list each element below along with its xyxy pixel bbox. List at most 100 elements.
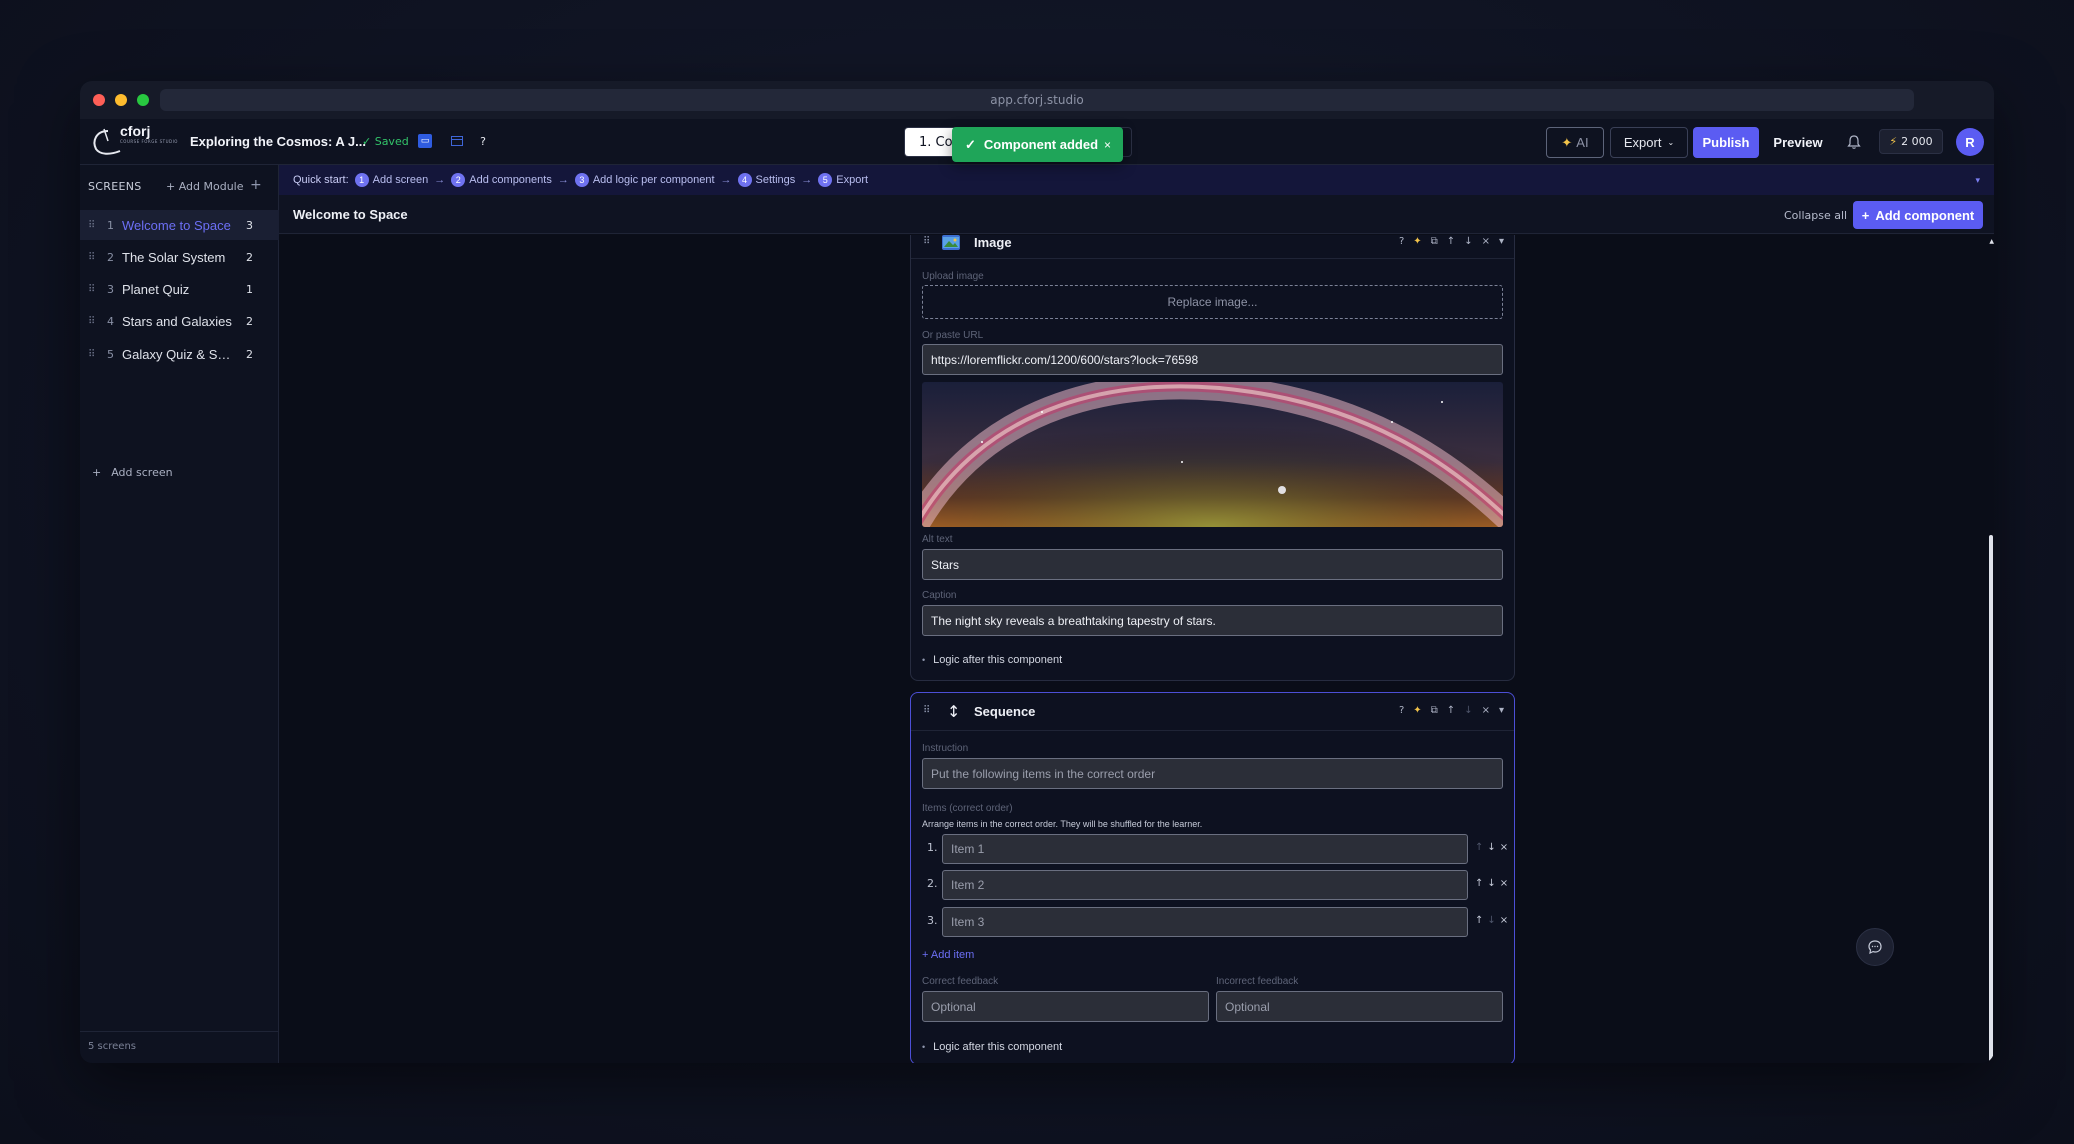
add-screen-button[interactable]: + Add screen — [92, 466, 173, 479]
delete-icon[interactable]: × — [1500, 915, 1508, 926]
move-up-icon: ↑ — [1475, 842, 1484, 853]
correct-feedback-input[interactable]: Optional — [922, 991, 1209, 1022]
scrollbar[interactable] — [1989, 535, 1993, 1063]
project-title[interactable]: Exploring the Cosmos: A J... — [190, 134, 366, 149]
sidebar-item-welcome-to-space[interactable]: ⠿ 1 Welcome to Space 3 — [80, 210, 279, 240]
help-icon[interactable]: ? — [1399, 705, 1404, 716]
delete-icon[interactable]: × — [1482, 705, 1490, 716]
help-icon[interactable]: ? — [1399, 236, 1404, 247]
help-icon[interactable]: ? — [476, 134, 490, 148]
add-item-button[interactable]: + Add item — [922, 949, 974, 961]
alt-text-input[interactable]: Stars — [922, 549, 1503, 580]
bullet-icon: • — [922, 655, 926, 665]
sequence-item-input[interactable]: Item 2 — [942, 870, 1468, 900]
preview-button[interactable]: Preview — [1768, 127, 1828, 158]
sidebar-item-planet-quiz[interactable]: ⠿ 3 Planet Quiz 1 — [80, 274, 279, 304]
item-toolbar: ↑ ↓ × — [1475, 915, 1508, 926]
collapse-icon[interactable]: ▾ — [1499, 705, 1504, 716]
sequence-item-input[interactable]: Item 3 — [942, 907, 1468, 937]
drag-handle-icon[interactable]: ⠿ — [88, 220, 95, 231]
toast-message: Component added — [983, 137, 1099, 152]
delete-icon[interactable]: × — [1482, 236, 1490, 247]
chat-icon — [1868, 940, 1882, 955]
drag-handle-icon[interactable]: ⠿ — [88, 349, 95, 360]
drag-handle-icon[interactable]: ⠿ — [923, 236, 930, 247]
move-up-icon[interactable]: ↑ — [1475, 915, 1483, 926]
card-toolbar: ? ✦ ⧉ ↑ ↓ × ▾ — [1399, 705, 1504, 716]
close-window-button[interactable] — [93, 94, 105, 106]
move-down-icon[interactable]: ↓ — [1487, 878, 1495, 889]
caption-label: Caption — [922, 590, 957, 601]
instruction-label: Instruction — [922, 743, 969, 754]
duplicate-icon[interactable]: ⧉ — [1431, 236, 1438, 247]
alt-text-label: Alt text — [922, 534, 953, 545]
address-bar[interactable]: app.cforj.studio — [160, 89, 1914, 111]
minimize-window-button[interactable] — [115, 94, 127, 106]
bullet-icon: • — [922, 1042, 926, 1052]
bell-icon[interactable] — [1846, 134, 1862, 150]
drag-handle-icon[interactable]: ⠿ — [88, 252, 95, 263]
add-module-button[interactable]: + Add Module — [166, 180, 244, 193]
incorrect-feedback-input[interactable]: Optional — [1216, 991, 1503, 1022]
collapse-all-button[interactable]: Collapse all — [1784, 209, 1847, 222]
sparkle-icon[interactable]: ✦ — [1413, 705, 1421, 716]
toast-close-icon[interactable]: × — [1104, 138, 1111, 152]
move-down-icon: ↓ — [1464, 705, 1473, 716]
move-up-icon[interactable]: ↑ — [1475, 878, 1483, 889]
credits-badge[interactable]: ⚡ 2 000 — [1879, 129, 1943, 154]
sparkle-icon[interactable]: ✦ — [1413, 236, 1421, 247]
add-icon[interactable]: + — [250, 177, 262, 193]
add-icon: + — [1861, 207, 1870, 223]
url-label: Or paste URL — [922, 330, 984, 341]
move-down-icon[interactable]: ↓ — [1487, 842, 1495, 853]
quick-step-export[interactable]: Export — [836, 174, 868, 186]
collapse-icon[interactable]: ▾ — [1499, 236, 1504, 247]
layout-icon[interactable] — [450, 134, 464, 148]
replace-image-dropzone[interactable]: Replace image... — [922, 285, 1503, 319]
scroll-up-arrow[interactable]: ▲ — [1989, 238, 1994, 245]
caption-input[interactable]: The night sky reveals a breathtaking tap… — [922, 605, 1503, 636]
sidebar-item-the-solar-system[interactable]: ⠿ 2 The Solar System 2 — [80, 242, 279, 272]
logic-after-component[interactable]: • Logic after this component — [922, 654, 1062, 666]
screen-title: Welcome to Space — [293, 207, 408, 222]
quick-step-add-screen[interactable]: Add screen — [373, 174, 429, 186]
publish-button[interactable]: Publish — [1693, 127, 1759, 158]
sidebar-item-galaxy-quiz[interactable]: ⠿ 5 Galaxy Quiz & Sum... 2 — [80, 339, 279, 369]
delete-icon[interactable]: × — [1500, 842, 1508, 853]
quick-start-bar: Quick start: 1 Add screen → 2 Add componen… — [279, 165, 1994, 195]
save-icon[interactable]: ▭ — [418, 134, 432, 148]
duplicate-icon[interactable]: ⧉ — [1431, 705, 1438, 716]
image-url-input[interactable]: https://loremflickr.com/1200/600/stars?l… — [922, 344, 1503, 375]
move-up-icon[interactable]: ↑ — [1447, 705, 1455, 716]
sequence-item-input[interactable]: Item 1 — [942, 834, 1468, 864]
app-window: app.cforj.studio cforj COURSE FORGE STUD… — [80, 81, 1994, 1063]
browser-chrome: app.cforj.studio — [80, 81, 1994, 119]
add-component-button[interactable]: + Add component — [1853, 201, 1983, 229]
quick-step-add-components[interactable]: Add components — [469, 174, 552, 186]
move-up-icon[interactable]: ↑ — [1447, 236, 1455, 247]
logic-after-component[interactable]: • Logic after this component — [922, 1041, 1062, 1053]
chat-button[interactable] — [1856, 928, 1894, 966]
screen-header: Welcome to Space Collapse all + Add compo… — [279, 195, 1994, 234]
card-header: ⠿ ↕ Sequence ? ✦ ⧉ ↑ ↓ × ▾ — [911, 693, 1514, 731]
sidebar-item-stars-and-galaxies[interactable]: ⠿ 4 Stars and Galaxies 2 — [80, 306, 279, 336]
quick-step-settings[interactable]: Settings — [756, 174, 796, 186]
export-button[interactable]: Export ⌄ — [1610, 127, 1688, 158]
component-added-toast: ✓ Component added × — [952, 127, 1123, 162]
card-title: Sequence — [974, 704, 1036, 719]
instruction-input[interactable]: Put the following items in the correct o… — [922, 758, 1503, 789]
saved-status: ✓ Saved — [362, 135, 409, 148]
quick-step-add-logic[interactable]: Add logic per component — [593, 174, 715, 186]
user-avatar[interactable]: R — [1956, 128, 1984, 156]
card-header: ⠿ Image ? ✦ ⧉ ↑ ↓ × ▾ — [911, 235, 1514, 259]
drag-handle-icon[interactable]: ⠿ — [88, 284, 95, 295]
delete-icon[interactable]: × — [1500, 878, 1508, 889]
incorrect-feedback-label: Incorrect feedback — [1216, 976, 1299, 987]
image-component-card: ⠿ Image ? ✦ ⧉ ↑ ↓ × ▾ Upload image Repla… — [910, 235, 1515, 681]
collapse-quickstart-icon[interactable]: ▾ — [1975, 175, 1980, 186]
maximize-window-button[interactable] — [137, 94, 149, 106]
drag-handle-icon[interactable]: ⠿ — [88, 316, 95, 327]
drag-handle-icon[interactable]: ⠿ — [923, 705, 930, 716]
ai-button[interactable]: ✦ AI — [1546, 127, 1604, 158]
move-down-icon[interactable]: ↓ — [1464, 236, 1472, 247]
